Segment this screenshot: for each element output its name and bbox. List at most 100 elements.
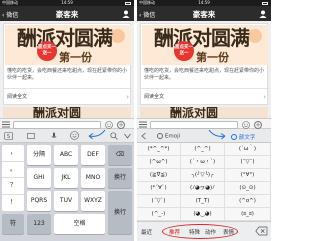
kaomoji-item[interactable]: (^o^) (225, 195, 271, 208)
kaomoji-item[interactable]: (^_-) (137, 208, 181, 221)
key-tuv[interactable]: TUV (54, 191, 78, 211)
article-banner: 酬派对圆满 甜点买一送一 第一份 (142, 25, 268, 65)
pointer-arrow-icon (208, 129, 226, 140)
keyboard-icon[interactable] (27, 132, 35, 140)
banner-sub: 第一份 (59, 51, 92, 64)
battery-icon (125, 1, 131, 5)
emoji-icon[interactable] (242, 120, 250, 129)
right-screen: 中国移动 14:59 ‹ 微信 豪客来 酬派对圆满 甜点买一送一 第一份 懂吃的… (137, 0, 271, 241)
number-key[interactable]: 123 (27, 214, 51, 234)
punct-key[interactable]: 。 (2, 162, 24, 178)
key-wxyz[interactable]: WXYZ (81, 191, 105, 211)
next-article-preview[interactable]: 酬派对圆 (3, 107, 131, 118)
search-icon[interactable] (110, 132, 118, 140)
left-screen: 中国移动 14:59 ‹ 微信 豪客来 酬派对圆满 甜点买一送一 第一份 懂吃的… (0, 0, 134, 241)
article-card[interactable]: 酬派对圆满 甜点买一送一 第一份 懂吃的吃货，会吃西餐还来吃甜点，现在赶紧带你的… (140, 23, 269, 105)
kaomoji-item[interactable]: (◕‿◕) (181, 208, 225, 221)
preview-text: 酬派对圆 (33, 107, 82, 118)
message-input[interactable] (150, 120, 238, 129)
plus-icon[interactable]: + (117, 120, 125, 129)
kaomoji-item[interactable]: (T_T) (181, 195, 225, 208)
category-action[interactable]: 动作 (205, 228, 216, 236)
kaomoji-item[interactable]: (^ω^) (137, 156, 181, 169)
message-input[interactable] (13, 120, 101, 129)
return-key[interactable]: 换行 (108, 191, 132, 234)
punct-key[interactable]: ？ (2, 178, 24, 195)
punct-key[interactable]: ！ (2, 195, 24, 212)
backspace-icon[interactable] (255, 226, 268, 236)
article-area: 酬派对圆满 甜点买一送一 第一份 懂吃的吃货，会吃西餐还来吃甜点，现在赶紧带你的… (0, 21, 134, 118)
promo-badge: 甜点买一送一 (37, 41, 57, 61)
kaomoji-item[interactable]: (*^_^*) (137, 143, 181, 156)
article-area: 酬派对圆满 甜点买一送一 第一份 懂吃的吃货，会吃西餐还来吃甜点，现在赶紧带你的… (137, 21, 271, 118)
category-recommended[interactable]: 推荐 (169, 228, 180, 236)
back-to-keyboard-icon[interactable] (140, 132, 148, 140)
page-title: 豪客来 (192, 10, 216, 19)
keyboard-logo-icon[interactable]: S (4, 132, 13, 140)
key-mno[interactable]: MNO (81, 168, 105, 188)
decoration (248, 29, 262, 43)
banner-headline: 酬派对圆满 (17, 26, 113, 50)
key-pqrs[interactable]: PQRS (27, 191, 51, 211)
menu-icon[interactable] (139, 121, 147, 128)
emoji-tab-bar: Emoji 颜文字 (137, 129, 271, 143)
read-all-link[interactable]: 阅读全文 (141, 88, 269, 105)
key-jkl[interactable]: JKL (54, 168, 78, 188)
symbol-key[interactable]: 符 (2, 214, 24, 234)
key-abc[interactable]: ABC (54, 145, 78, 165)
key-ghi[interactable]: GHI (27, 168, 51, 188)
enter-key[interactable]: 换行 (108, 168, 132, 188)
punct-key[interactable]: ， (2, 145, 24, 162)
kaomoji-item[interactable]: (´ω｀) (225, 143, 271, 156)
kaomoji-item[interactable]: ╮(╯▽╰)╭ (181, 169, 225, 182)
key-def[interactable]: DEF (81, 145, 105, 165)
banner-headline: 酬派对圆满 (154, 26, 250, 50)
key-separator[interactable]: 分隔 (27, 145, 51, 165)
mic-icon[interactable] (50, 132, 58, 140)
battery-icon (262, 1, 268, 5)
tab-kaomoji[interactable]: 颜文字 (231, 133, 255, 141)
preview-text: 酬派对圆 (170, 107, 219, 118)
tab-emoji[interactable]: Emoji (157, 133, 180, 140)
t9-keyboard: ， 。 ？ ！ 分隔 ABC DEF ⌫ GHI JKL MNO 换行 PQRS… (0, 143, 134, 241)
pointer-arrow-icon (88, 129, 106, 140)
tab-kaomoji-label: 颜文字 (238, 134, 256, 141)
chevron-down-icon[interactable] (124, 133, 131, 139)
emoji-icon[interactable] (105, 120, 113, 129)
emoji-icon[interactable] (70, 131, 79, 140)
kaomoji-item[interactable]: (⊙_⊙) (225, 182, 271, 195)
next-article-preview[interactable]: 酬派对圆 (140, 107, 268, 118)
article-card[interactable]: 酬派对圆满 甜点买一送一 第一份 懂吃的吃货，会吃西餐还来吃甜点，现在赶紧带你的… (3, 23, 132, 105)
kaomoji-item[interactable]: (°∀°) (225, 169, 271, 182)
kaomoji-item[interactable]: (ಠ_ಠ) (225, 208, 271, 221)
space-key[interactable]: 空格 (54, 214, 105, 234)
category-special[interactable]: 特殊 (189, 228, 200, 236)
article-banner: 酬派对圆满 甜点买一送一 第一份 (5, 25, 131, 65)
kaomoji-item[interactable]: (*´∀`) (137, 182, 181, 195)
smile-icon (157, 133, 163, 139)
article-description: 懂吃的吃货，会吃西餐还来吃甜点，现在赶紧带你的小伙伴一起来。 (7, 68, 128, 81)
decoration (111, 29, 125, 43)
nav-bar: ‹ 微信 豪客来 (0, 6, 134, 21)
kaomoji-icon (231, 133, 237, 140)
kaomoji-item[interactable]: (¯▽¯) (225, 156, 271, 169)
user-icon[interactable] (259, 10, 267, 18)
category-expression[interactable]: 表情 (223, 228, 234, 236)
menu-icon[interactable] (2, 121, 10, 128)
kaomoji-item[interactable]: (´▽`) (137, 195, 181, 208)
kaomoji-item[interactable]: (≧∇≦) (137, 169, 181, 182)
kaomoji-item[interactable]: (^_^) (181, 143, 225, 156)
user-icon[interactable] (122, 10, 130, 18)
keyboard-toolbar: S (0, 129, 134, 143)
kaomoji-item[interactable]: (´・ω・`) (181, 156, 225, 169)
input-bar: + (137, 118, 271, 129)
svg-text:S: S (7, 134, 10, 140)
nav-bar: ‹ 微信 豪客来 (137, 6, 271, 21)
page-title: 豪客来 (55, 10, 79, 19)
category-recent[interactable]: 最近 (141, 228, 152, 236)
read-all-link[interactable]: 阅读全文 (4, 88, 132, 105)
kaomoji-item[interactable]: (ﾉ◕ヮ◕)ﾉ (181, 182, 225, 195)
punctuation-list: ， 。 ？ ！ (2, 145, 24, 211)
plus-icon[interactable]: + (254, 120, 262, 129)
delete-key[interactable]: ⌫ (108, 145, 132, 165)
